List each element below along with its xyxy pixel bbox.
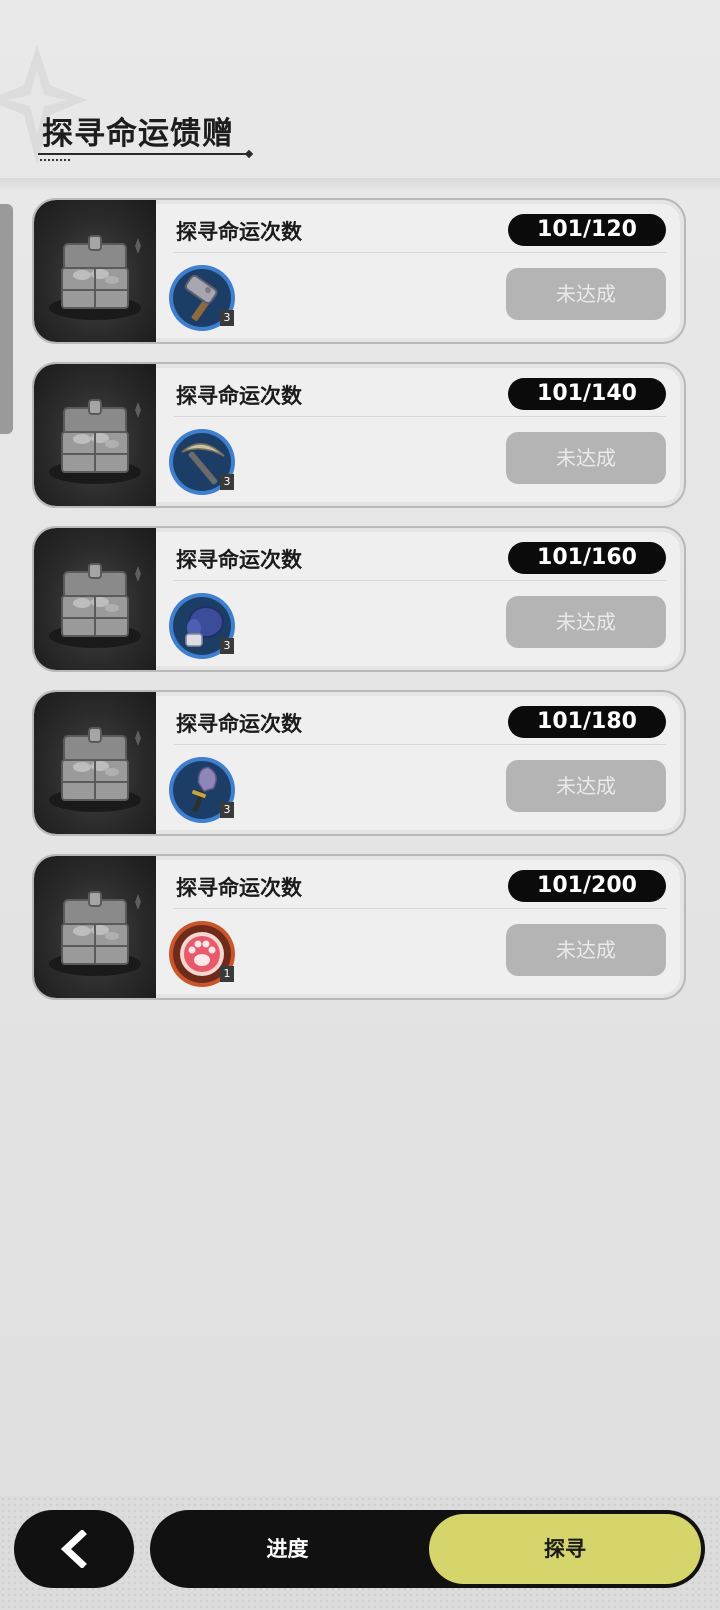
scroll-handle[interactable] bbox=[0, 204, 13, 434]
content-shade bbox=[0, 178, 720, 192]
reward-card: 探寻命运次数 101/120 3 未达成 bbox=[32, 198, 686, 344]
title-dots bbox=[40, 159, 70, 161]
card-label: 探寻命运次数 bbox=[176, 548, 302, 572]
card-divider bbox=[174, 908, 666, 909]
chevron-left-icon bbox=[60, 1530, 87, 1568]
claim-status-button[interactable]: 未达成 bbox=[506, 596, 666, 648]
progress-count: 101/160 bbox=[508, 542, 666, 574]
chest-icon bbox=[49, 727, 141, 812]
reward-item[interactable]: 3 bbox=[168, 592, 240, 664]
chest-image bbox=[34, 200, 156, 342]
reward-item[interactable]: 3 bbox=[168, 756, 240, 828]
back-button[interactable] bbox=[14, 1510, 134, 1588]
reward-card: 探寻命运次数 101/160 3 未达成 bbox=[32, 526, 686, 672]
item-quantity: 3 bbox=[220, 802, 234, 818]
reward-item[interactable]: 1 bbox=[168, 920, 240, 992]
claim-status-button[interactable]: 未达成 bbox=[506, 268, 666, 320]
tab-search[interactable]: 探寻 bbox=[429, 1514, 701, 1584]
card-divider bbox=[174, 580, 666, 581]
title-underline bbox=[38, 153, 248, 155]
reward-item[interactable]: 3 bbox=[168, 264, 240, 336]
item-quantity: 3 bbox=[220, 638, 234, 654]
card-label: 探寻命运次数 bbox=[176, 220, 302, 244]
progress-count: 101/140 bbox=[508, 378, 666, 410]
reward-card: 探寻命运次数 101/200 1 未达成 bbox=[32, 854, 686, 1000]
reward-item[interactable]: 3 bbox=[168, 428, 240, 500]
progress-count: 101/120 bbox=[508, 214, 666, 246]
card-label: 探寻命运次数 bbox=[176, 384, 302, 408]
chest-image bbox=[34, 364, 156, 506]
chest-icon bbox=[49, 891, 141, 976]
chest-icon bbox=[49, 563, 141, 648]
tab-bar: 进度 探寻 bbox=[150, 1510, 705, 1588]
chest-image bbox=[34, 528, 156, 670]
page: 探寻命运馈赠 探寻命运次数 101/120 3 未达成 探寻命运次数 101/1… bbox=[0, 0, 720, 1610]
reward-card: 探寻命运次数 101/180 3 未达成 bbox=[32, 690, 686, 836]
claim-status-button[interactable]: 未达成 bbox=[506, 432, 666, 484]
page-title: 探寻命运馈赠 bbox=[42, 116, 234, 152]
card-label: 探寻命运次数 bbox=[176, 876, 302, 900]
claim-status-button[interactable]: 未达成 bbox=[506, 924, 666, 976]
card-label: 探寻命运次数 bbox=[176, 712, 302, 736]
chest-image bbox=[34, 692, 156, 834]
card-divider bbox=[174, 744, 666, 745]
chest-icon bbox=[49, 235, 141, 320]
card-divider bbox=[174, 416, 666, 417]
progress-count: 101/180 bbox=[508, 706, 666, 738]
card-divider bbox=[174, 252, 666, 253]
item-quantity: 3 bbox=[220, 474, 234, 490]
item-quantity: 3 bbox=[220, 310, 234, 326]
claim-status-button[interactable]: 未达成 bbox=[506, 760, 666, 812]
reward-card: 探寻命运次数 101/140 3 未达成 bbox=[32, 362, 686, 508]
chest-icon bbox=[49, 399, 141, 484]
chest-image bbox=[34, 856, 156, 998]
item-quantity: 1 bbox=[220, 966, 234, 982]
progress-count: 101/200 bbox=[508, 870, 666, 902]
tab-progress[interactable]: 进度 bbox=[150, 1510, 425, 1588]
